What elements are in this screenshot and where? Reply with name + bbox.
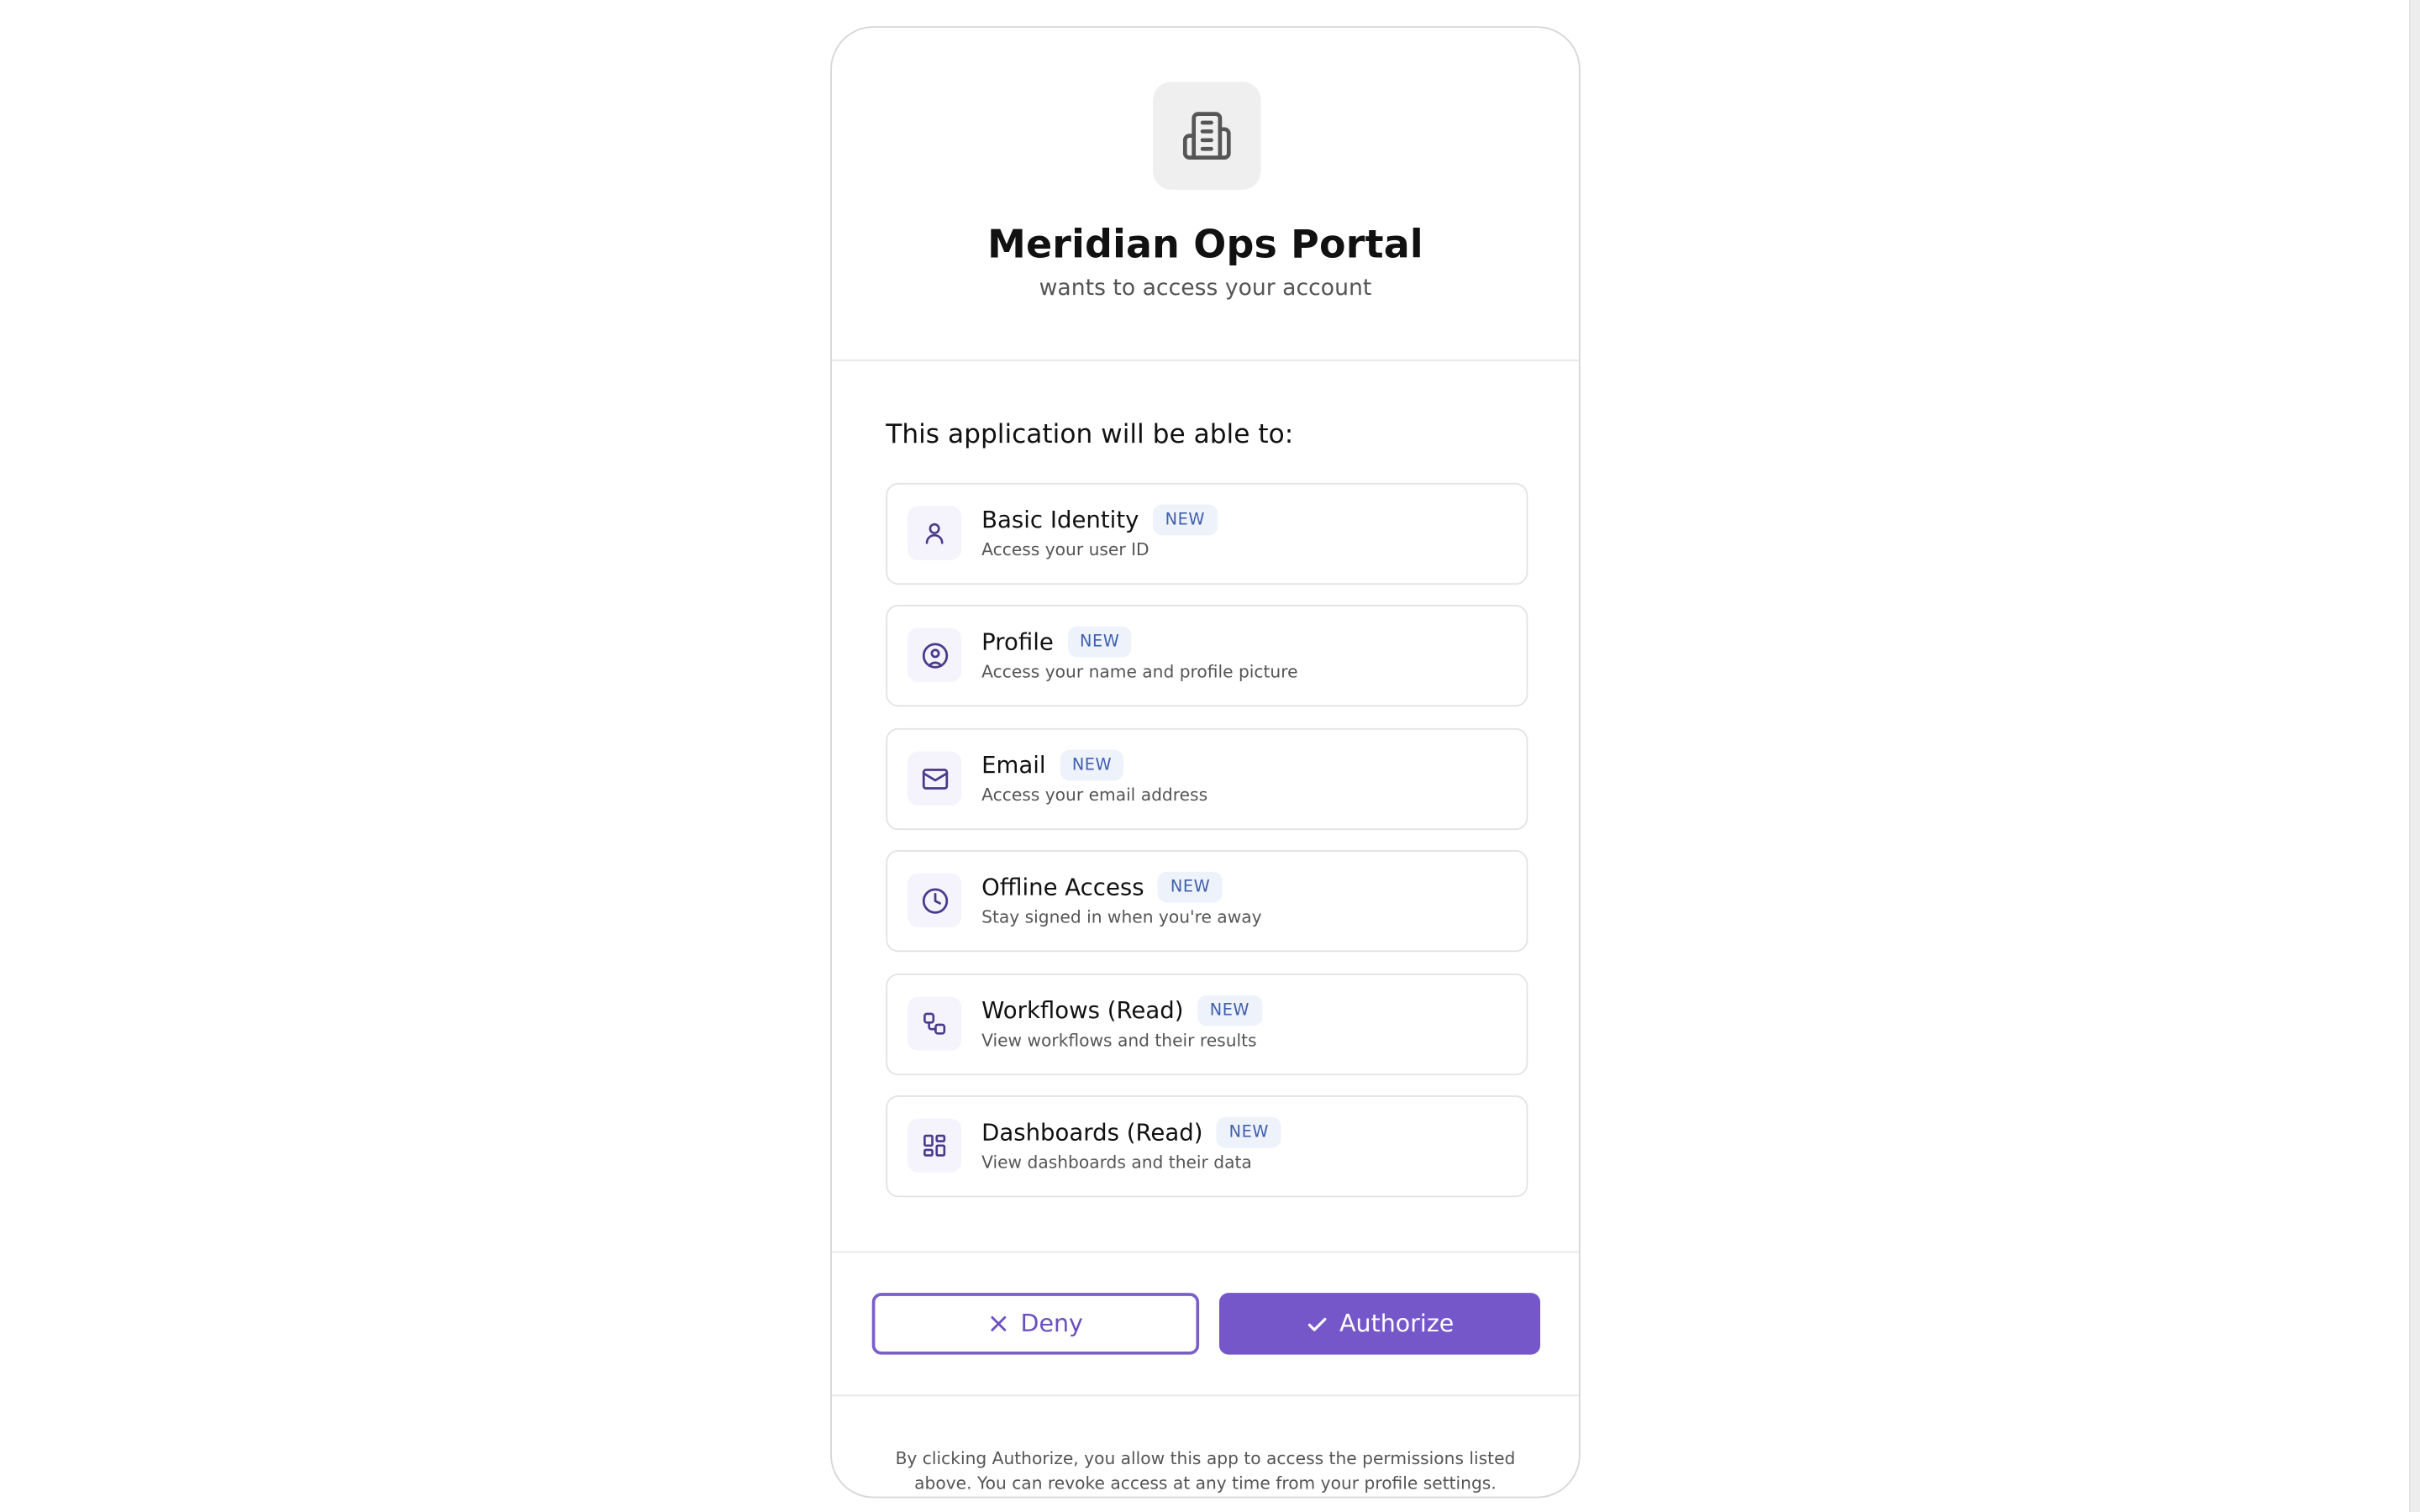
consent-note: By clicking Authorize, you allow this ap…	[895, 1448, 1516, 1494]
permission-title: Profile	[981, 627, 1054, 656]
building-icon	[1153, 81, 1261, 190]
new-badge: NEW	[1197, 995, 1262, 1026]
new-badge: NEW	[1216, 1116, 1281, 1148]
mail-icon	[907, 751, 962, 806]
permission-title: Email	[981, 751, 1046, 780]
close-icon	[988, 1313, 1010, 1335]
permission-title: Dashboards (Read)	[981, 1118, 1203, 1147]
permission-description: Access your email address	[981, 785, 1208, 806]
authorize-button-label: Authorize	[1339, 1310, 1455, 1338]
page-scrollbar[interactable]	[2409, 0, 2420, 1512]
new-badge: NEW	[1060, 749, 1124, 781]
permission-title: Basic Identity	[981, 506, 1139, 534]
authorize-button[interactable]: Authorize	[1218, 1293, 1541, 1355]
action-bar: Deny Authorize	[831, 1252, 1579, 1397]
permissions-heading: This application will be able to:	[886, 419, 1294, 451]
new-badge: NEW	[1067, 626, 1133, 658]
permission-title: Offline Access	[981, 873, 1144, 901]
new-badge: NEW	[1152, 504, 1218, 536]
permission-item-email: Email NEW Access your email address	[886, 727, 1528, 831]
permissions-section: This application will be able to: Basic …	[831, 361, 1579, 1253]
permission-item-offline-access: Offline Access NEW Stay signed in when y…	[886, 850, 1528, 953]
deny-button-label: Deny	[1020, 1310, 1083, 1338]
permission-description: Access your name and profile picture	[981, 661, 1298, 682]
permission-description: Access your user ID	[981, 539, 1150, 560]
permission-item-dashboards: Dashboards (Read) NEW View dashboards an…	[886, 1095, 1528, 1198]
card-header: Meridian Ops Portal wants to access your…	[831, 28, 1579, 361]
permission-title: Workflows (Read)	[981, 996, 1184, 1025]
permission-item-basic-identity: Basic Identity NEW Access your user ID	[886, 482, 1528, 585]
clock-icon	[907, 873, 962, 927]
workflow-icon	[907, 996, 962, 1051]
page: Meridian Ops Portal wants to access your…	[0, 0, 2420, 1512]
permission-item-profile: Profile NEW Access your name and profile…	[886, 604, 1528, 707]
permission-description: View dashboards and their data	[981, 1152, 1252, 1173]
user-icon	[907, 506, 962, 560]
deny-button[interactable]: Deny	[871, 1293, 1200, 1355]
user-circle-icon	[907, 627, 962, 682]
permission-item-workflows: Workflows (Read) NEW View workflows and …	[886, 973, 1528, 1076]
app-name: Meridian Ops Portal	[987, 222, 1423, 267]
check-icon	[1306, 1312, 1329, 1336]
permission-description: View workflows and their results	[981, 1030, 1257, 1051]
permission-description: Stay signed in when you're away	[981, 906, 1262, 927]
app-subtitle: wants to access your account	[1039, 276, 1372, 302]
new-badge: NEW	[1158, 871, 1223, 903]
authorization-card: Meridian Ops Portal wants to access your…	[830, 26, 1581, 1499]
dashboard-icon	[907, 1118, 962, 1173]
